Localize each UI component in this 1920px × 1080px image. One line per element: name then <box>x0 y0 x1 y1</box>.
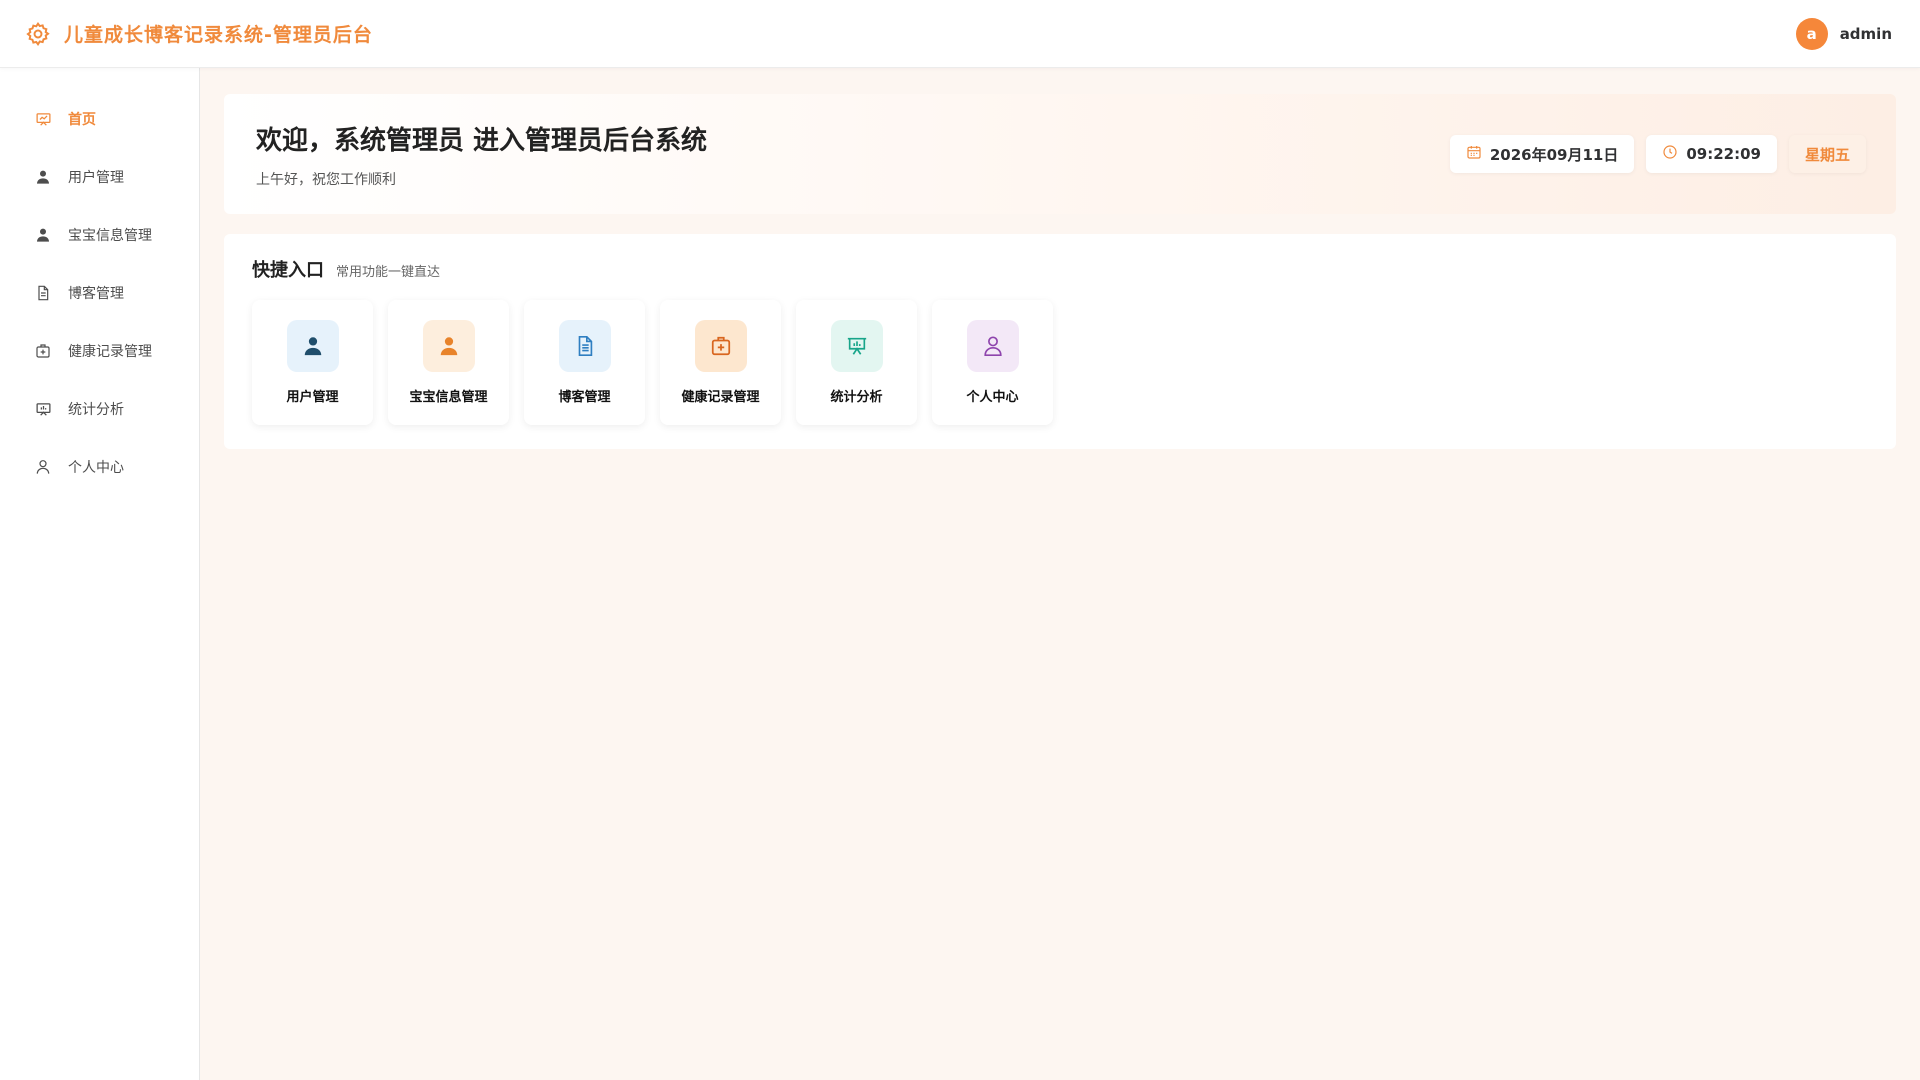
sidebar-item-home[interactable]: 首页 <box>0 90 199 148</box>
sidebar-item-profile[interactable]: 个人中心 <box>0 438 199 496</box>
sidebar-item-statistics[interactable]: 统计分析 <box>0 380 199 438</box>
presentation-icon <box>34 110 52 128</box>
datetime-panel: 2026年09月11日 09:22:09 星期五 <box>1449 135 1866 173</box>
sidebar-item-label: 宝宝信息管理 <box>68 228 152 244</box>
quick-card-profile[interactable]: 个人中心 <box>932 300 1053 425</box>
quick-card-blogs[interactable]: 博客管理 <box>524 300 645 425</box>
medical-kit-icon <box>34 342 52 360</box>
user-outline-icon <box>34 458 52 476</box>
time-pill: 09:22:09 <box>1646 135 1777 173</box>
quick-access-panel: 快捷入口 常用功能一键直达 用户管理 宝宝信息管理 博客管理 健康记录管理 统计… <box>224 234 1896 449</box>
quick-card-label: 博客管理 <box>558 390 611 405</box>
avatar[interactable]: a <box>1795 17 1828 50</box>
quick-card-label: 健康记录管理 <box>681 390 760 405</box>
presentation-chart-icon <box>830 320 883 372</box>
welcome-subtitle: 上午好，祝您工作顺利 <box>256 171 396 188</box>
sidebar-item-label: 统计分析 <box>68 402 124 418</box>
document-icon <box>558 320 611 372</box>
quick-card-baby-info[interactable]: 宝宝信息管理 <box>388 300 509 425</box>
quick-access-header: 快捷入口 常用功能一键直达 <box>252 256 1868 282</box>
sidebar-item-label: 首页 <box>68 112 96 128</box>
sidebar-item-label: 健康记录管理 <box>68 344 152 360</box>
date-pill: 2026年09月11日 <box>1449 135 1635 173</box>
current-time: 09:22:09 <box>1686 145 1761 163</box>
welcome-text: 欢迎，系统管理员 进入管理员后台系统 上午好，祝您工作顺利 <box>256 120 707 189</box>
quick-card-users[interactable]: 用户管理 <box>252 300 373 425</box>
sidebar-item-label: 用户管理 <box>68 170 124 186</box>
quick-card-label: 个人中心 <box>966 390 1019 405</box>
presentation-chart-icon <box>34 400 52 418</box>
welcome-title: 欢迎，系统管理员 进入管理员后台系统 <box>256 125 708 156</box>
medical-kit-icon <box>694 320 747 372</box>
current-weekday: 星期五 <box>1804 145 1850 164</box>
user-icon <box>422 320 475 372</box>
user-icon <box>34 226 52 244</box>
sidebar-item-users[interactable]: 用户管理 <box>0 148 199 206</box>
calendar-icon <box>1466 144 1482 164</box>
clock-icon <box>1662 144 1678 164</box>
weekday-pill: 星期五 <box>1788 135 1866 173</box>
current-date: 2026年09月11日 <box>1489 145 1619 164</box>
gear-icon <box>24 20 52 48</box>
top-header: 儿童成长博客记录系统-管理员后台 a admin <box>0 0 1920 68</box>
app-title: 儿童成长博客记录系统-管理员后台 <box>64 24 373 46</box>
document-icon <box>34 284 52 302</box>
sidebar-item-blogs[interactable]: 博客管理 <box>0 264 199 322</box>
sidebar: 首页 用户管理 宝宝信息管理 博客管理 健康记录管理 统计分析 个人中心 <box>0 68 200 1080</box>
quick-card-health[interactable]: 健康记录管理 <box>660 300 781 425</box>
username[interactable]: admin <box>1840 25 1892 43</box>
welcome-banner: 欢迎，系统管理员 进入管理员后台系统 上午好，祝您工作顺利 2026年09月11… <box>224 94 1896 214</box>
quick-card-label: 统计分析 <box>830 390 883 405</box>
quick-access-cards: 用户管理 宝宝信息管理 博客管理 健康记录管理 统计分析 个人中心 <box>252 300 1868 425</box>
user-menu[interactable]: a admin <box>1795 17 1892 50</box>
user-icon <box>34 168 52 186</box>
sidebar-item-baby-info[interactable]: 宝宝信息管理 <box>0 206 199 264</box>
quick-card-label: 宝宝信息管理 <box>409 390 488 405</box>
quick-card-statistics[interactable]: 统计分析 <box>796 300 917 425</box>
quick-access-subtitle: 常用功能一键直达 <box>336 265 441 280</box>
brand: 儿童成长博客记录系统-管理员后台 <box>24 20 373 48</box>
sidebar-item-health[interactable]: 健康记录管理 <box>0 322 199 380</box>
main-content: 欢迎，系统管理员 进入管理员后台系统 上午好，祝您工作顺利 2026年09月11… <box>224 94 1896 449</box>
user-icon <box>286 320 339 372</box>
quick-access-title: 快捷入口 <box>252 260 324 281</box>
quick-card-label: 用户管理 <box>286 390 339 405</box>
sidebar-item-label: 个人中心 <box>68 460 124 476</box>
user-outline-icon <box>966 320 1019 372</box>
sidebar-item-label: 博客管理 <box>68 286 124 302</box>
